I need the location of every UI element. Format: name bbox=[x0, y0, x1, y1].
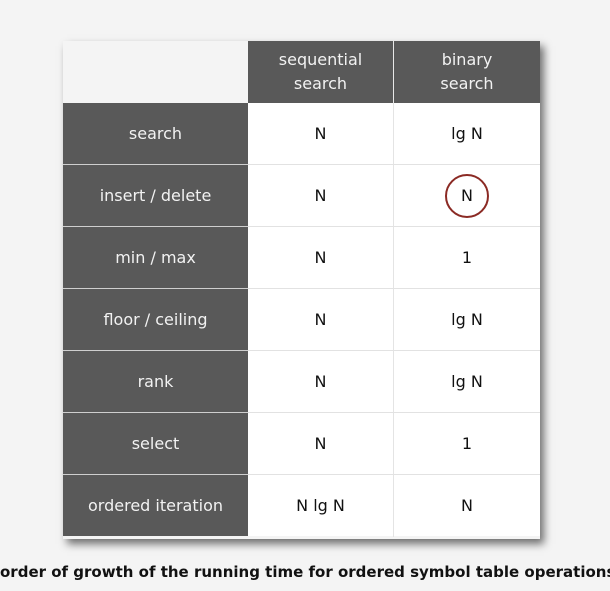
sequential-search-cell: N bbox=[248, 103, 393, 164]
column-header-sequential-search: sequential search bbox=[248, 41, 393, 103]
binary-search-cell: lg N bbox=[394, 103, 540, 164]
operation-label: floor / ceiling bbox=[63, 289, 248, 350]
header-corner bbox=[63, 41, 248, 103]
sequential-search-cell: N bbox=[248, 351, 393, 412]
binary-search-value: N bbox=[461, 186, 473, 205]
sequential-search-cell: N lg N bbox=[248, 475, 393, 536]
operation-label: select bbox=[63, 413, 248, 474]
binary-search-cell: lg N bbox=[394, 351, 540, 412]
binary-search-cell: N bbox=[394, 165, 540, 226]
table-row: insert / delete N N bbox=[63, 165, 540, 227]
binary-search-cell: 1 bbox=[394, 227, 540, 288]
operation-label: search bbox=[63, 103, 248, 164]
column-header-line: sequential bbox=[278, 50, 363, 69]
highlight-circle: N bbox=[445, 173, 489, 218]
binary-search-cell: 1 bbox=[394, 413, 540, 474]
complexity-table: sequential search binary search search Nl… bbox=[63, 41, 540, 539]
sequential-search-cell: N bbox=[248, 413, 393, 474]
binary-search-cell: N bbox=[394, 475, 540, 536]
column-header-line: binary bbox=[441, 50, 493, 69]
sequential-search-cell: N bbox=[248, 227, 393, 288]
table-row: select N 1 bbox=[63, 413, 540, 475]
operation-label: insert / delete bbox=[63, 165, 248, 226]
table-row: rank Nlg N bbox=[63, 351, 540, 413]
operation-label: min / max bbox=[63, 227, 248, 288]
operation-label: rank bbox=[63, 351, 248, 412]
table-row: min / max N 1 bbox=[63, 227, 540, 289]
table-row: ordered iteration N lg NN bbox=[63, 475, 540, 537]
table-row: floor / ceiling Nlg N bbox=[63, 289, 540, 351]
column-header-binary-search: binary search bbox=[394, 41, 540, 103]
column-header-line: search bbox=[293, 74, 348, 93]
sequential-search-cell: N bbox=[248, 289, 393, 350]
column-header-line: search bbox=[440, 74, 494, 93]
operation-label: ordered iteration bbox=[63, 475, 248, 536]
binary-search-cell: lg N bbox=[394, 289, 540, 350]
sequential-search-cell: N bbox=[248, 165, 393, 226]
table-caption: order of growth of the running time for … bbox=[0, 563, 610, 581]
table-row: search Nlg N bbox=[63, 103, 540, 165]
